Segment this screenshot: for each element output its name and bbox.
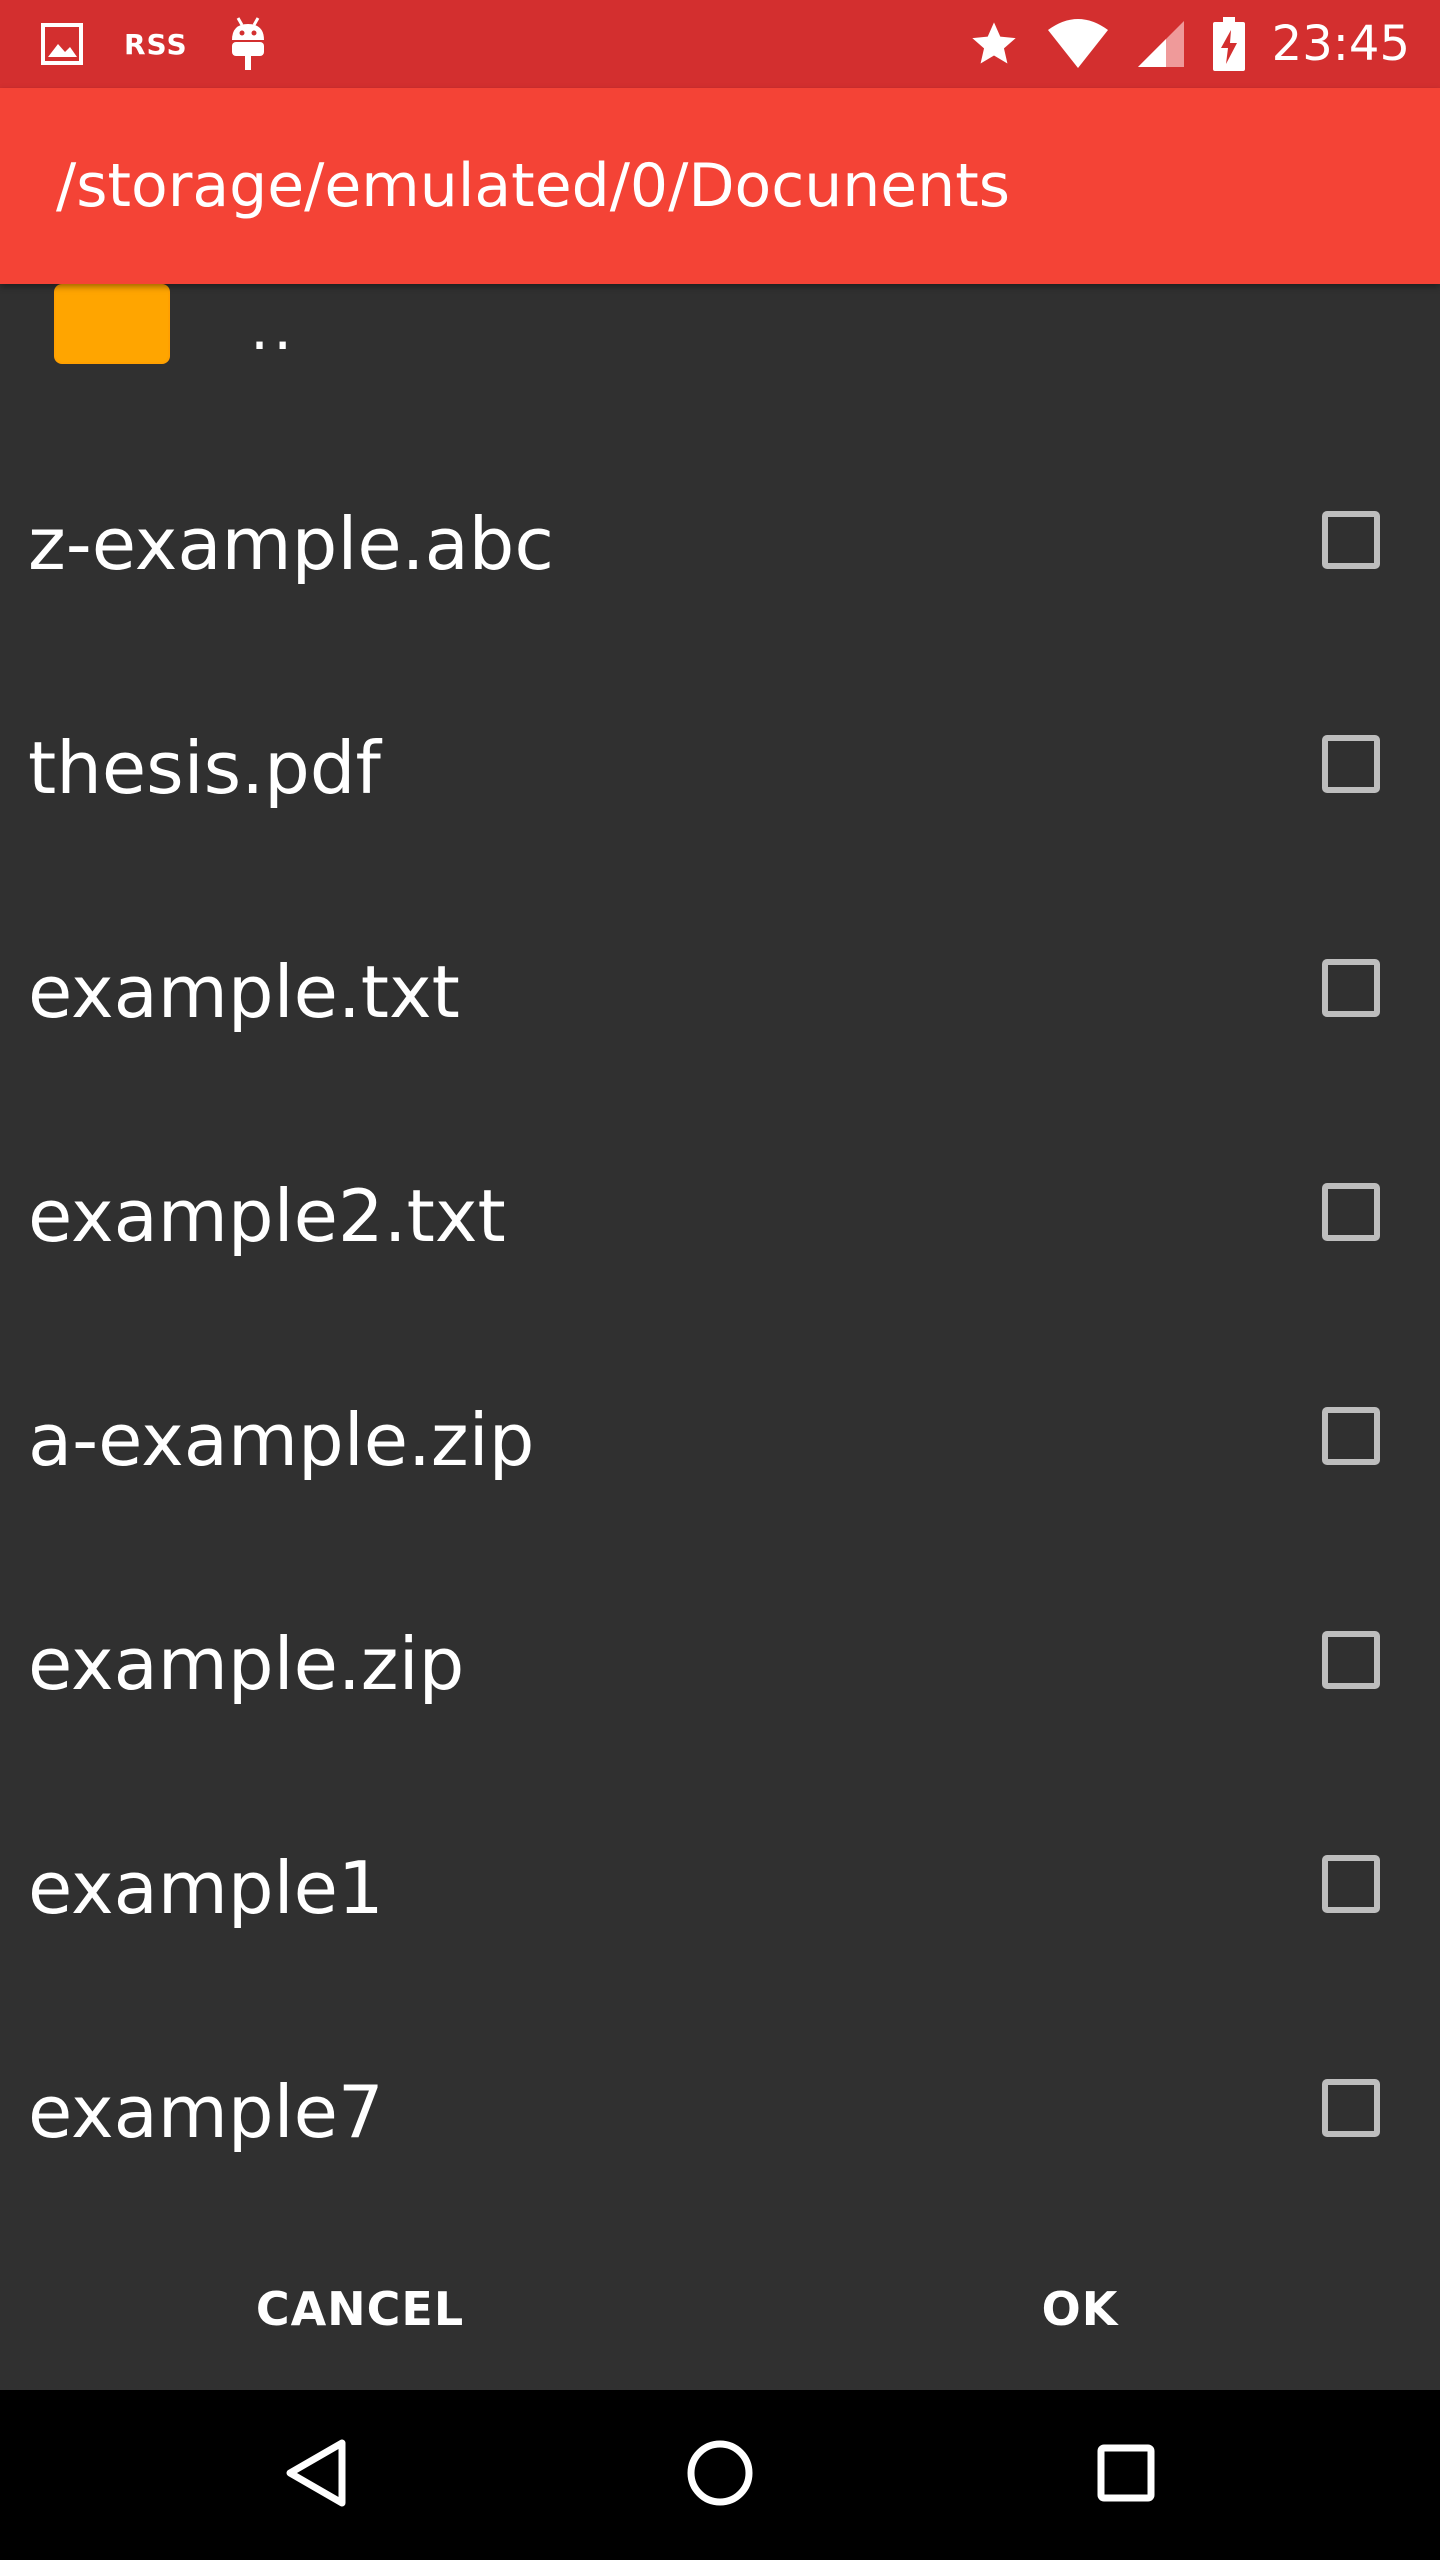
status-bar: RSS 23:45	[0, 0, 1440, 88]
file-name: example7	[28, 2070, 384, 2154]
status-right-icons: 23:45	[968, 0, 1410, 88]
ok-button[interactable]: OK	[1000, 2214, 1160, 2390]
recents-button[interactable]	[1046, 2390, 1206, 2560]
list-item[interactable]: a-example.zip	[0, 1328, 1440, 1552]
wifi-icon	[1046, 18, 1110, 70]
list-item[interactable]: thesis.pdf	[0, 656, 1440, 880]
file-checkbox[interactable]	[1322, 959, 1380, 1017]
file-checkbox[interactable]	[1322, 511, 1380, 569]
file-checkbox[interactable]	[1322, 1407, 1380, 1465]
list-item[interactable]: example.txt	[0, 880, 1440, 1104]
file-checkbox[interactable]	[1322, 1183, 1380, 1241]
file-name: thesis.pdf	[28, 726, 381, 810]
battery-charging-icon	[1212, 16, 1246, 72]
cancel-button[interactable]: CANCEL	[220, 2214, 500, 2390]
list-item[interactable]: z-example.abc	[0, 432, 1440, 656]
list-item[interactable]: example1	[0, 1776, 1440, 2000]
file-name: example.zip	[28, 1622, 465, 1706]
parent-directory-label: ..	[250, 294, 297, 364]
home-button[interactable]	[640, 2390, 800, 2560]
file-name: example1	[28, 1846, 384, 1930]
app-bar: /storage/emulated/0/Docunents	[0, 88, 1440, 284]
file-checkbox[interactable]	[1322, 735, 1380, 793]
back-icon	[284, 2437, 348, 2514]
file-list[interactable]: .. z-example.abc thesis.pdf example.txt …	[0, 284, 1440, 2214]
current-path-title: /storage/emulated/0/Docunents	[56, 151, 1010, 221]
list-item[interactable]: example2.txt	[0, 1104, 1440, 1328]
parent-directory-row[interactable]: ..	[0, 284, 1440, 432]
dialog-actions: CANCEL OK	[0, 2214, 1440, 2390]
file-name: example.txt	[28, 950, 460, 1034]
folder-icon	[54, 284, 170, 371]
status-time: 23:45	[1271, 16, 1410, 72]
rss-icon: RSS	[124, 27, 188, 61]
image-icon	[40, 22, 84, 66]
list-item[interactable]: example.zip	[0, 1552, 1440, 1776]
file-checkbox[interactable]	[1322, 2079, 1380, 2137]
file-name: z-example.abc	[28, 502, 554, 586]
star-icon	[968, 18, 1020, 70]
recents-icon	[1096, 2443, 1156, 2508]
navigation-bar	[0, 2390, 1440, 2560]
home-icon	[686, 2439, 754, 2512]
file-name: example2.txt	[28, 1174, 506, 1258]
status-left-icons: RSS	[40, 0, 268, 88]
file-checkbox[interactable]	[1322, 1631, 1380, 1689]
cell-signal-icon	[1136, 19, 1186, 69]
list-item[interactable]: example7	[0, 2000, 1440, 2214]
file-checkbox[interactable]	[1322, 1855, 1380, 1913]
android-debug-icon	[228, 16, 268, 72]
back-button[interactable]	[236, 2390, 396, 2560]
file-name: a-example.zip	[28, 1398, 535, 1482]
